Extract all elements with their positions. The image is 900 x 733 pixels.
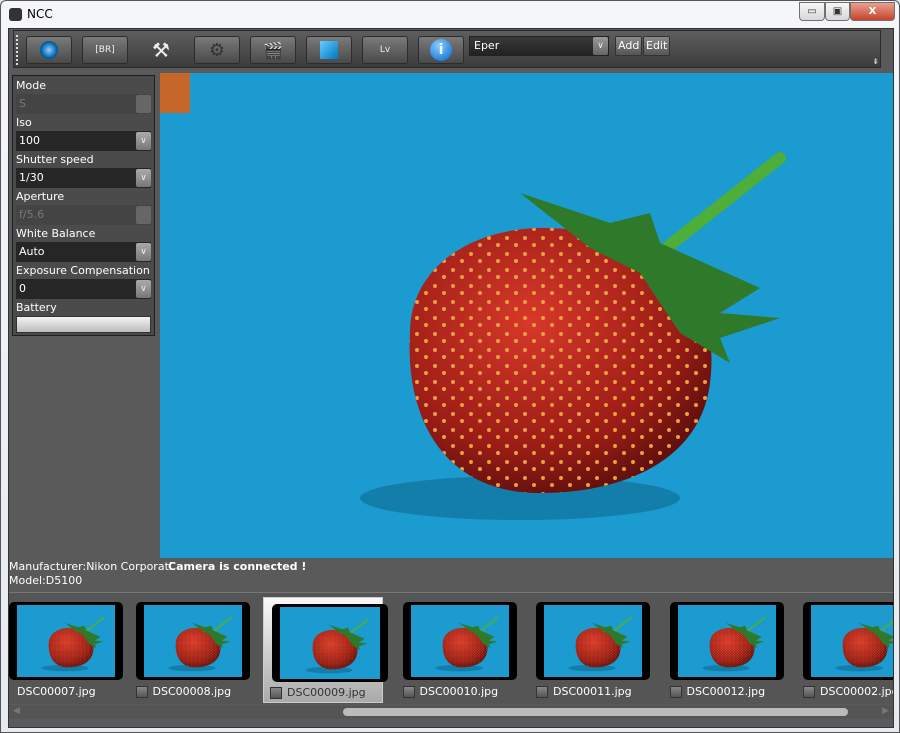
chevron-down-icon[interactable]: ∨ [593,37,608,55]
thumbnail-filename: DSC00012.jpg [686,685,766,698]
scroll-right-icon[interactable]: ▶ [882,706,889,716]
thumbnail-item[interactable]: DSC00010.jpg [397,597,517,703]
add-preset-button[interactable]: Add [615,36,643,56]
window-title: NCC [27,7,53,21]
thumbnail-filename: DSC00010.jpg [419,685,499,698]
edit-preset-button[interactable]: Edit [643,36,671,56]
manufacturer-label: Manufacturer:Nikon Corporati [9,560,172,573]
liveview-button[interactable]: Lv [362,36,408,64]
thumbnail-image[interactable] [272,604,388,682]
thumbnail-filename: DSC00002.jpg11 [820,685,893,698]
thumbnail-item[interactable]: DSC00008.jpg [130,597,250,703]
thumbnail-filename: DSC00008.jpg [152,685,232,698]
connection-status: Camera is connected ! [168,560,307,573]
scroll-left-icon[interactable]: ◀ [13,706,20,716]
select-checkbox[interactable] [803,685,815,698]
thumbnail-image[interactable] [803,602,893,680]
chevron-down-icon[interactable]: ∨ [136,95,151,113]
export-arrow-icon [320,41,338,59]
exposure-compensation-label: Exposure Compensation [16,264,150,277]
thumbnail-image[interactable] [135,602,250,680]
exposure-compensation-value: 0 [19,282,26,295]
thumbnail-filename: DSC00007.jpg [17,685,96,698]
shutter-speed-dropdown[interactable]: 1/30 ∨ [16,168,151,188]
maximize-button[interactable]: ▣ [825,2,850,21]
export-button[interactable] [306,36,352,64]
aperture-dropdown[interactable]: f/5.6 ∨ [16,205,151,225]
thumbnail-image[interactable] [669,602,784,680]
model-label: Model:D5100 [9,574,83,587]
info-icon: i [430,39,452,61]
white-balance-dropdown[interactable]: Auto ∨ [16,242,151,262]
aperture-value: f/5.6 [19,208,45,221]
horizontal-scrollbar[interactable]: ◀ ▶ [9,705,893,719]
chevron-down-icon[interactable]: ∨ [136,169,151,187]
thumbnail-item[interactable]: DSC00011.jpg [530,597,650,703]
white-balance-label: White Balance [16,227,96,240]
capture-button[interactable] [26,36,72,64]
info-button[interactable]: i [418,36,464,64]
chevron-down-icon[interactable]: ∨ [136,132,151,150]
live-preview-image [160,73,893,558]
aperture-label: Aperture [16,190,65,203]
select-checkbox[interactable] [536,685,548,698]
lens-icon [40,41,58,59]
camera-settings-panel: Mode S ∨ Iso 100 ∨ Shutter speed 1/30 ∨ Apertu… [12,75,155,336]
thumbnail-filename: DSC00009.jpg [287,686,366,699]
chevron-down-icon[interactable]: ∨ [136,243,151,261]
mode-dropdown[interactable]: S ∨ [16,94,151,114]
iso-dropdown[interactable]: 100 ∨ [16,131,151,151]
shutter-speed-label: Shutter speed [16,153,94,166]
white-balance-value: Auto [19,245,45,258]
tools-icon: ⚒ [152,38,170,62]
thumbnail-filename: DSC00011.jpg [553,685,632,698]
thumbnail-item[interactable]: DSC00009.jpg [263,597,388,703]
select-checkbox[interactable] [270,686,282,699]
thumbnail-strip: DSC00007.jpg DSC00008.jpg DSC00009.jpg D… [9,592,893,704]
app-window: NCC ▭ ▣ X [BR] ⚒ ⚙ 🎬 Lv i Eper ∨ Add Edit… [0,0,900,733]
toolbar-grip[interactable] [16,35,19,65]
thumbnail-image[interactable] [402,602,517,680]
app-logo-icon [9,7,22,21]
camera-info: Manufacturer:Nikon Corporati Model:D5100 [9,560,172,588]
preset-value: Eper [474,39,500,52]
select-checkbox[interactable] [669,685,682,698]
battery-label: Battery [16,301,57,314]
client-area: [BR] ⚒ ⚙ 🎬 Lv i Eper ∨ Add Edit ⇟ Mode S ∨… [8,28,894,728]
chevron-down-icon[interactable]: ∨ [136,280,151,298]
iso-label: Iso [16,116,32,129]
close-button[interactable]: X [850,2,895,21]
thumbnail-image[interactable] [9,602,123,680]
scrollbar-thumb[interactable] [343,708,848,716]
thumbnail-item[interactable]: DSC00002.jpg11 [797,597,893,703]
bracket-button[interactable]: [BR] [82,36,128,64]
chevron-down-icon[interactable]: ∨ [136,206,151,224]
mode-value: S [19,97,26,110]
battery-level-bar [16,316,151,333]
select-checkbox[interactable] [402,685,415,698]
gear-icon: ⚙ [208,39,226,61]
tools-button[interactable]: ⚒ [138,36,184,64]
thumbnail-item[interactable]: DSC00007.jpg [9,597,123,703]
shutter-speed-value: 1/30 [19,171,44,184]
settings-button[interactable]: ⚙ [194,36,240,64]
minimize-button[interactable]: ▭ [799,2,825,21]
mode-label: Mode [16,79,46,92]
toolbar-overflow-icon[interactable]: ⇟ [872,57,879,66]
thumbnail-item[interactable]: DSC00012.jpg [664,597,784,703]
exposure-compensation-dropdown[interactable]: 0 ∨ [16,279,151,299]
title-bar: NCC [9,7,53,21]
toolbar: [BR] ⚒ ⚙ 🎬 Lv i Eper ∨ Add Edit ⇟ [13,30,881,68]
select-checkbox[interactable] [135,685,148,698]
clapperboard-icon: 🎬 [263,40,283,60]
iso-value: 100 [19,134,40,147]
preset-dropdown[interactable]: Eper ∨ [469,36,609,56]
movie-button[interactable]: 🎬 [250,36,296,64]
thumbnail-image[interactable] [536,602,650,680]
